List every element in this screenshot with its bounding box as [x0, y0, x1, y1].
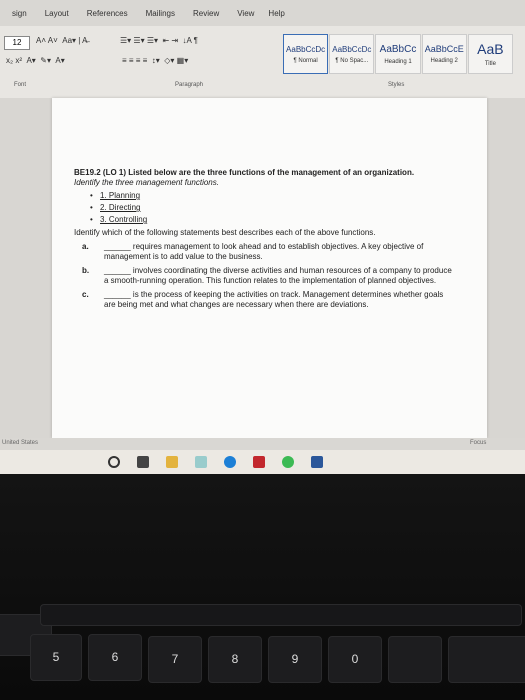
focus-button[interactable]: Focus — [470, 440, 486, 446]
language-status[interactable]: United States — [2, 440, 38, 446]
menu-review[interactable]: Review — [193, 9, 219, 18]
style-title[interactable]: AaB Title — [467, 34, 514, 74]
menu-layout[interactable]: Layout — [45, 9, 69, 18]
key-7: 7 — [148, 636, 202, 683]
format-icons[interactable]: x₂ x² A▾ ✎▾ A▾ — [6, 56, 65, 65]
key-6: 6 — [88, 634, 142, 681]
word-icon[interactable] — [311, 456, 323, 468]
group-font-label: Font — [14, 82, 27, 88]
group-styles-label: Styles — [388, 82, 405, 88]
task-view-icon[interactable] — [137, 456, 149, 468]
option-b: b. ______ involves coordinating the dive… — [82, 266, 452, 285]
key-5: 5 — [30, 634, 82, 681]
menu-sign[interactable]: sign — [12, 9, 27, 18]
align-icons[interactable]: ≡ ≡ ≡ ≡ ↕▾ ◇▾ ▦▾ — [122, 56, 188, 65]
key-0: 0 — [328, 636, 382, 683]
group-paragraph-label: Paragraph — [175, 82, 204, 88]
document-page[interactable]: BE19.2 (LO 1) Listed below are the three… — [52, 98, 487, 438]
function-key-row — [40, 604, 522, 626]
key — [388, 636, 442, 683]
search-icon[interactable] — [108, 456, 120, 468]
list-item: • 1. Planning — [90, 191, 141, 200]
edge-icon[interactable] — [224, 456, 236, 468]
option-c: c. ______ is the process of keeping the … — [82, 290, 444, 309]
grow-font-icon[interactable]: A˄ A˅ Aa▾ | A̶ — [36, 36, 87, 45]
file-explorer-icon[interactable] — [166, 456, 178, 468]
instruction-identify: Identify the three management functions. — [74, 178, 219, 187]
key-9: 9 — [268, 636, 322, 683]
key-8: 8 — [208, 636, 262, 683]
key — [448, 636, 525, 683]
status-bar: United States Focus — [0, 438, 525, 450]
taskbar — [0, 450, 525, 474]
document-content: BE19.2 (LO 1) Listed below are the three… — [74, 168, 454, 310]
menu-mailings[interactable]: Mailings — [146, 9, 175, 18]
list-item: • 3. Controlling — [90, 215, 148, 224]
office-icon[interactable] — [253, 456, 265, 468]
style-normal[interactable]: AaBbCcDc ¶ Normal — [283, 34, 329, 74]
functions-list: • 1. Planning • 2. Directing • 3. Controlli… — [90, 190, 454, 226]
option-a: a. ______ requires management to look ah… — [82, 242, 424, 261]
document-area: BE19.2 (LO 1) Listed below are the three… — [0, 98, 525, 438]
laptop-keyboard: 5 6 7 8 9 0 — [0, 474, 525, 700]
style-heading-1[interactable]: AaBbCc Heading 1 — [375, 34, 421, 74]
ribbon: 12 A˄ A˅ Aa▾ | A̶ x₂ x² A▾ ✎▾ A▾ ☰▾ ☰▾ ☰… — [0, 26, 525, 99]
instruction-which: Identify which of the following statemen… — [74, 228, 376, 237]
styles-gallery: AaBbCcDc ¶ Normal AaBbCcDc ¶ No Spac... … — [283, 34, 514, 74]
style-heading-2[interactable]: AaBbCcE Heading 2 — [421, 34, 467, 74]
menu-view[interactable]: View — [237, 9, 254, 18]
menu-bar: sign Layout References Mailings Review V… — [0, 0, 525, 26]
menu-help[interactable]: Help — [268, 9, 284, 18]
chrome-icon[interactable] — [282, 456, 294, 468]
list-item: • 2. Directing — [90, 203, 141, 212]
list-icons[interactable]: ☰▾ ☰▾ ☰▾ ⇤ ⇥ ↓A ¶ — [120, 36, 198, 45]
style-no-spacing[interactable]: AaBbCcDc ¶ No Spac... — [329, 34, 375, 74]
menu-references[interactable]: References — [87, 9, 128, 18]
question-title: BE19.2 (LO 1) Listed below are the three… — [74, 168, 415, 177]
app-icon[interactable] — [195, 456, 207, 468]
font-size-field[interactable]: 12 — [4, 36, 30, 50]
